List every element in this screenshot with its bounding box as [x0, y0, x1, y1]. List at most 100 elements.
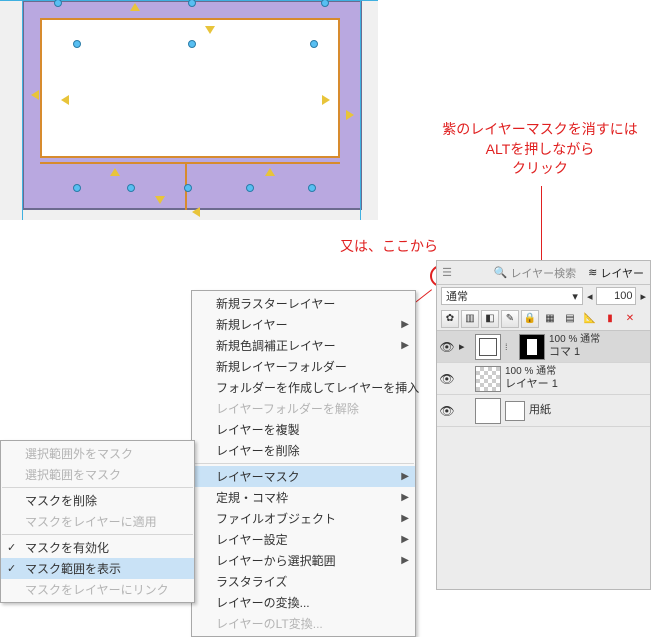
- handle-tri[interactable]: [265, 168, 275, 176]
- frame-divider-h[interactable]: [40, 162, 340, 164]
- handle-node[interactable]: [127, 184, 135, 192]
- tab-label: レイヤー: [600, 265, 644, 281]
- panel-tabs: ☰ 🔍レイヤー検索 ≋レイヤー: [437, 261, 650, 285]
- layer-name: レイヤー 1: [505, 378, 558, 391]
- handle-node[interactable]: [184, 184, 192, 192]
- menu-label: ファイルオブジェクト: [216, 510, 336, 527]
- menu-enable-mask[interactable]: ✓マスクを有効化: [1, 537, 194, 558]
- handle-tri[interactable]: [192, 207, 200, 217]
- expand-icon[interactable]: ▸: [459, 340, 471, 353]
- menu-file-object[interactable]: ファイルオブジェクト ▶: [192, 508, 415, 529]
- layer-opacity-text: 100 % 通常: [505, 366, 558, 378]
- menu-label: 定規・コマ枠: [216, 489, 288, 506]
- chevron-right-icon[interactable]: ▸: [640, 290, 646, 303]
- ref-icon[interactable]: ◧: [481, 310, 499, 328]
- layer-thumb[interactable]: [475, 366, 501, 392]
- clip-icon[interactable]: ▥: [461, 310, 479, 328]
- menu-ruler-frame[interactable]: 定規・コマ枠 ▶: [192, 487, 415, 508]
- menu-rasterize[interactable]: ラスタライズ: [192, 571, 415, 592]
- menu-new-raster[interactable]: 新規ラスターレイヤー: [192, 293, 415, 314]
- menu-convert[interactable]: レイヤーの変換...: [192, 592, 415, 613]
- handle-node[interactable]: [246, 184, 254, 192]
- layer-label: 用紙: [529, 404, 551, 417]
- guide-v: [360, 0, 361, 220]
- handle-tri[interactable]: [110, 168, 120, 176]
- menu-show-mask-area[interactable]: ✓マスク範囲を表示: [1, 558, 194, 579]
- link-icon[interactable]: ⁞: [505, 342, 515, 352]
- layer-name: 用紙: [529, 404, 551, 417]
- handle-tri[interactable]: [155, 196, 165, 204]
- tab-layer-search[interactable]: 🔍レイヤー検索: [488, 265, 582, 281]
- submenu-arrow-icon: ▶: [401, 513, 409, 524]
- menu-layer-mask[interactable]: レイヤーマスク ▶: [192, 466, 415, 487]
- opacity-input[interactable]: 100: [596, 287, 636, 305]
- mask-lock-icon[interactable]: ▤: [561, 310, 579, 328]
- menu-separator: [2, 534, 193, 535]
- visibility-icon[interactable]: 👁: [439, 340, 455, 354]
- layer-row-paper[interactable]: 👁 用紙: [437, 395, 650, 427]
- delete-icon[interactable]: ✕: [621, 310, 639, 328]
- handle-tri[interactable]: [346, 110, 354, 120]
- menu-new-layer[interactable]: 新規レイヤー▶: [192, 314, 415, 335]
- menu-layer-settings[interactable]: レイヤー設定 ▶: [192, 529, 415, 550]
- layer-row[interactable]: 👁 100 % 通常 レイヤー 1: [437, 363, 650, 395]
- menu-separator: [2, 487, 193, 488]
- tab-label: レイヤー検索: [510, 265, 576, 281]
- menu-link-mask: マスクをレイヤーにリンク: [1, 579, 194, 600]
- submenu-arrow-icon: ▶: [401, 471, 409, 482]
- handle-tri[interactable]: [31, 90, 39, 100]
- visibility-icon[interactable]: 👁: [439, 372, 455, 386]
- handle-node[interactable]: [73, 40, 81, 48]
- visibility-icon[interactable]: 👁: [439, 404, 455, 418]
- handle-tri[interactable]: [322, 95, 330, 105]
- menu-separator: [193, 463, 414, 464]
- layer-label: 100 % 通常 レイヤー 1: [505, 366, 558, 391]
- tab-layer[interactable]: ≋レイヤー: [582, 265, 650, 281]
- lock-trans-icon[interactable]: ▦: [541, 310, 559, 328]
- menu-label: レイヤーマスク: [216, 468, 300, 485]
- lock-icon[interactable]: 🔒: [521, 310, 539, 328]
- layer-tool-row: ✿ ▥ ◧ ✎ 🔒 ▦ ▤ 📐 ▮ ✕: [437, 307, 650, 331]
- menu-new-adjust[interactable]: 新規色調補正レイヤー▶: [192, 335, 415, 356]
- blend-mode-select[interactable]: 通常 ▾: [441, 287, 583, 305]
- menu-new-folder[interactable]: 新規レイヤーフォルダー: [192, 356, 415, 377]
- draft-icon[interactable]: ✎: [501, 310, 519, 328]
- ruler-icon[interactable]: 📐: [581, 310, 599, 328]
- menu-delete[interactable]: レイヤーを削除: [192, 440, 415, 461]
- submenu-arrow-icon: ▶: [401, 492, 409, 503]
- menu-lt-convert: レイヤーのLT変換...: [192, 613, 415, 634]
- blend-mode-label: 通常: [446, 288, 468, 304]
- layer-thumb[interactable]: [475, 334, 501, 360]
- search-icon: 🔍: [494, 266, 508, 279]
- frame-panel[interactable]: [40, 18, 340, 158]
- handle-node[interactable]: [308, 184, 316, 192]
- layer-mask-thumb[interactable]: [519, 334, 545, 360]
- handle-node[interactable]: [73, 184, 81, 192]
- annotation-text: 又は、ここから: [340, 237, 438, 257]
- canvas-area[interactable]: [0, 0, 378, 220]
- submenu-arrow-icon: ▶: [401, 534, 409, 545]
- panel-menu-button[interactable]: ☰: [437, 266, 457, 279]
- handle-tri[interactable]: [130, 3, 140, 11]
- layer-thumb[interactable]: [475, 398, 501, 424]
- layer-row-frame[interactable]: 👁 ▸ ⁞ 100 % 通常 コマ 1: [437, 331, 650, 363]
- guide-v: [22, 0, 23, 220]
- color-icon[interactable]: ▮: [601, 310, 619, 328]
- handle-tri[interactable]: [205, 26, 215, 34]
- annotation-text: 紫のレイヤーマスクを消すには ALTを押しながら クリック: [440, 120, 640, 179]
- chevron-left-icon[interactable]: ◂: [587, 290, 593, 303]
- handle-tri[interactable]: [61, 95, 69, 105]
- menu-label: レイヤー設定: [216, 531, 288, 548]
- handle-node[interactable]: [188, 40, 196, 48]
- layers-icon: ≋: [588, 266, 597, 279]
- menu-sel-from-layer[interactable]: レイヤーから選択範囲▶: [192, 550, 415, 571]
- chevron-down-icon: ▾: [572, 290, 578, 303]
- menu-duplicate[interactable]: レイヤーを複製: [192, 419, 415, 440]
- menu-make-folder[interactable]: フォルダーを作成してレイヤーを挿入: [192, 377, 415, 398]
- layer-opacity-text: 100 % 通常: [549, 334, 600, 346]
- menu-delete-mask[interactable]: マスクを削除: [1, 490, 194, 511]
- check-icon: ✓: [7, 541, 16, 554]
- annotation-line: ALTを押しながら: [440, 140, 640, 160]
- handle-node[interactable]: [310, 40, 318, 48]
- cog-icon[interactable]: ✿: [441, 310, 459, 328]
